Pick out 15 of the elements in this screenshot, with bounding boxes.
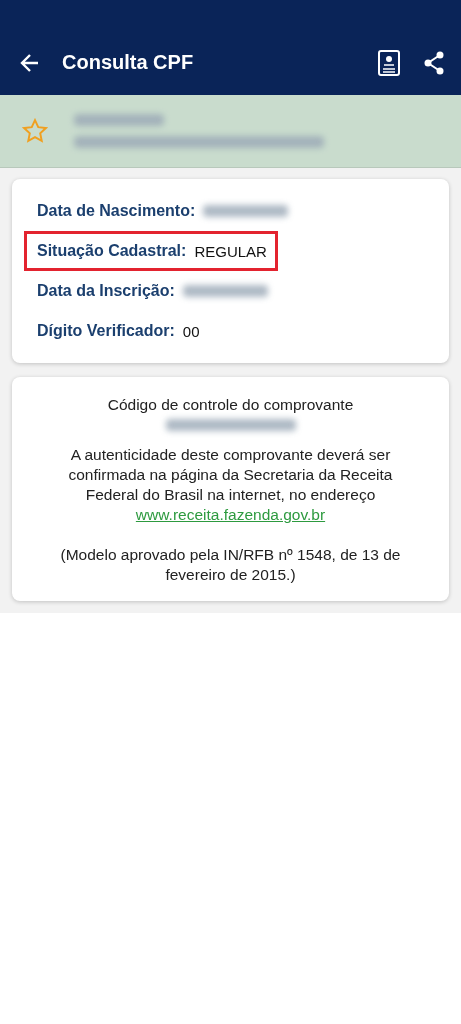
field-value: 00 xyxy=(182,322,200,340)
field-label: Situação Cadastral: xyxy=(37,242,187,260)
page-title: Consulta CPF xyxy=(62,51,195,74)
field-label: Data de Nascimento: xyxy=(37,202,196,220)
star-icon[interactable] xyxy=(22,118,48,144)
website-link[interactable]: www.receita.fazenda.gov.br xyxy=(135,506,326,523)
document-icon[interactable] xyxy=(377,48,401,77)
notice-text: A autenticidade deste comprovante deverá ser confirmada na página da Secretaria da Receita Federal do Brasil na internet, no endereço xyxy=(67,445,394,505)
code-title: Código de controle do comprovante xyxy=(106,395,355,415)
footnote-text: (Modelo aprovado pela IN/RFB nº 1548, de 13 de fevereiro de 2015.) xyxy=(59,545,402,585)
field-label: Data da Inscrição: xyxy=(37,282,175,300)
field-label: Dígito Verificador: xyxy=(37,322,175,340)
back-icon[interactable] xyxy=(20,52,40,73)
share-icon[interactable] xyxy=(423,50,445,75)
field-value: REGULAR xyxy=(194,242,267,260)
